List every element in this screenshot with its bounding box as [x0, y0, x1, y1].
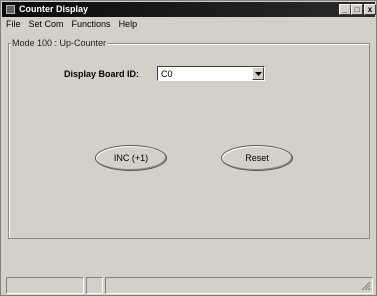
menu-functions[interactable]: Functions [68, 18, 115, 30]
menu-file[interactable]: File [2, 18, 25, 30]
chevron-down-icon [255, 72, 262, 76]
app-icon [6, 5, 15, 14]
menu-help[interactable]: Help [115, 18, 142, 30]
status-pane-1 [6, 277, 84, 294]
maximize-button[interactable]: □ [351, 4, 363, 15]
close-button[interactable]: x [364, 4, 376, 15]
menu-bar: File Set Com Functions Help [2, 17, 375, 31]
display-board-id-select[interactable]: C0 [157, 66, 265, 81]
menu-set-com[interactable]: Set Com [25, 18, 68, 30]
display-board-id-value: C0 [161, 69, 173, 79]
increment-button[interactable]: INC (+1) [95, 145, 167, 171]
dropdown-button[interactable] [252, 67, 264, 80]
status-pane-2 [86, 277, 103, 294]
minimize-button[interactable]: _ [339, 4, 351, 15]
status-bar [6, 277, 374, 294]
window-title: Counter Display [19, 4, 89, 14]
app-window: Counter Display _ □ x File Set Com Funct… [0, 0, 377, 296]
group-legend: Mode 100 : Up-Counter [11, 38, 108, 48]
status-pane-3 [105, 277, 373, 294]
resize-grip-icon[interactable] [361, 281, 371, 291]
display-board-id-label: Display Board ID: [64, 69, 140, 79]
title-bar[interactable]: Counter Display _ □ x [2, 2, 376, 17]
reset-button[interactable]: Reset [221, 145, 293, 171]
